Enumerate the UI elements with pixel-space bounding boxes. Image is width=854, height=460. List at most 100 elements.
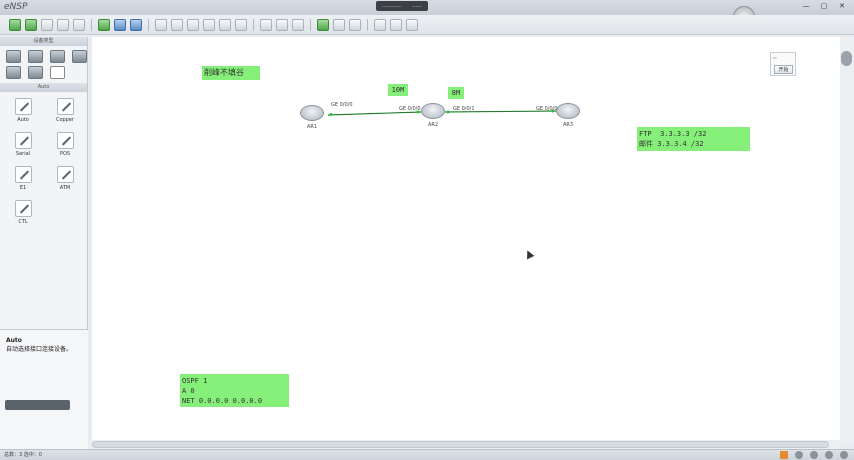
tray-icon[interactable] (795, 451, 803, 459)
capture-panel: ▭ 开始 (770, 52, 796, 76)
close-button[interactable]: ✕ (836, 1, 848, 11)
toolbar (0, 15, 854, 35)
connection-atm[interactable]: ATM (46, 166, 84, 198)
text-icon[interactable] (219, 18, 231, 31)
description-scrollbar[interactable] (5, 400, 70, 410)
settings-icon[interactable] (840, 451, 848, 459)
device-type-grid (0, 46, 87, 83)
connection-label: Copper (55, 117, 75, 123)
vertical-scrollbar[interactable] (840, 37, 854, 442)
description-title: Auto (6, 337, 22, 344)
router-category-icon[interactable] (6, 50, 21, 63)
connection-copper[interactable]: Copper (46, 98, 84, 130)
connection-label: Auto (17, 117, 29, 123)
mic-icon[interactable] (810, 451, 818, 459)
connection-category-icon[interactable] (50, 66, 65, 79)
topology-icon[interactable] (374, 18, 386, 31)
horizontal-scrollbar[interactable] (92, 440, 840, 449)
port-dot (446, 110, 450, 114)
wlan-category-icon[interactable] (50, 50, 65, 63)
save-icon[interactable] (57, 18, 69, 31)
ensp-window: eNSP ………… …… — ▢ ✕ 设备类型 Auto Auto Copper… (0, 0, 854, 460)
status-bar: 总数：3 选中：0 (0, 449, 854, 460)
connection-serial[interactable]: Serial (4, 132, 42, 164)
reset-zoom-icon[interactable] (292, 18, 304, 31)
connection-label: CTL (18, 219, 28, 225)
maximize-button[interactable]: ▢ (818, 1, 830, 11)
devices-header: 设备类型 (0, 37, 87, 46)
router-icon (556, 103, 580, 119)
link-ar1-ar2-core (327, 111, 422, 116)
terminal-category-icon[interactable] (6, 66, 21, 79)
title-pill-text: ………… (382, 3, 402, 9)
redo-icon[interactable] (130, 18, 142, 31)
undo-icon[interactable] (114, 18, 126, 31)
stop-device-icon[interactable] (333, 18, 345, 31)
auto-link-icon (14, 98, 32, 115)
zoom-out-icon[interactable] (276, 18, 288, 31)
port-label: GE 0/0/1 (453, 106, 475, 112)
new-example-icon[interactable] (25, 18, 37, 31)
minimize-button[interactable]: — (800, 1, 812, 11)
connection-label: E1 (19, 185, 27, 191)
toolbar-divider-3 (253, 18, 254, 31)
connection-pos[interactable]: POS (46, 132, 84, 164)
copper-link-icon (56, 98, 74, 115)
ime-icon[interactable] (780, 451, 788, 459)
open-icon[interactable] (41, 18, 53, 31)
window-controls: — ▢ ✕ (800, 1, 848, 11)
switch-category-icon[interactable] (28, 50, 43, 63)
delete-all-icon[interactable] (203, 18, 215, 31)
keyboard-icon[interactable] (825, 451, 833, 459)
save-as-icon[interactable] (73, 18, 85, 31)
toolbar-divider-4 (310, 18, 311, 31)
router-label: AR3 (562, 122, 574, 128)
router-ar1[interactable]: AR1 (300, 103, 324, 130)
new-topology-icon[interactable] (9, 18, 21, 31)
vertical-scroll-thumb[interactable] (841, 51, 852, 66)
connection-label: Serial (15, 151, 31, 157)
port-dot (329, 113, 333, 116)
capture-icon[interactable] (349, 18, 361, 31)
legend-icon: ▭ (773, 55, 777, 60)
port-label: GE 0/0/0 (331, 102, 353, 108)
status-tray (780, 451, 848, 459)
connection-label: POS (59, 151, 71, 157)
zoom-in-icon[interactable] (260, 18, 272, 31)
palette-icon[interactable] (235, 18, 247, 31)
router-ar3[interactable]: AR3 (556, 101, 580, 128)
atm-link-icon (56, 166, 74, 183)
text-note-ospf[interactable]: OSPF 1 A 0 NET 0.0.0.0 0.0.0.0 (180, 374, 289, 407)
router-icon (421, 103, 445, 119)
app-logo: eNSP (4, 2, 28, 12)
connection-label: ATM (59, 185, 71, 191)
toolbar-divider (91, 18, 92, 31)
toolbar-divider-2 (148, 18, 149, 31)
port-label: GE 0/0/0 (399, 106, 421, 112)
router-ar2[interactable]: AR2 (421, 101, 445, 128)
connection-ctl[interactable]: CTL (4, 200, 42, 232)
device-panel: 设备类型 Auto Auto Copper Serial POS E1 ATM … (0, 37, 88, 449)
horizontal-scroll-thumb[interactable] (92, 441, 829, 448)
topology-canvas[interactable]: 削峰不填谷 10M 8M FTP 3.3.3.3 /32 邮件 3.3.3.4 … (92, 37, 840, 440)
cloud-category-icon[interactable] (28, 66, 43, 79)
text-note-bandwidth-10m[interactable]: 10M (388, 84, 408, 96)
text-note-ftp-mail[interactable]: FTP 3.3.3.3 /32 邮件 3.3.3.4 /32 (637, 127, 750, 151)
status-text: 总数：3 选中：0 (4, 452, 42, 458)
connection-e1[interactable]: E1 (4, 166, 42, 198)
drag-icon[interactable] (171, 18, 183, 31)
router-label: AR1 (306, 124, 318, 130)
start-button[interactable]: 开始 (774, 65, 793, 74)
text-note-peak-shaving[interactable]: 削峰不填谷 (202, 66, 260, 80)
router-icon (300, 105, 324, 121)
connection-auto[interactable]: Auto (4, 98, 42, 130)
text-note-bandwidth-8m[interactable]: 8M (448, 87, 464, 99)
command-line-icon[interactable] (390, 18, 402, 31)
select-icon[interactable] (155, 18, 167, 31)
firewall-category-icon[interactable] (72, 50, 87, 63)
e1-link-icon (14, 166, 32, 183)
delete-icon[interactable] (187, 18, 199, 31)
print-icon[interactable] (98, 18, 110, 31)
start-device-icon[interactable] (317, 18, 329, 31)
help-icon[interactable] (406, 18, 418, 31)
